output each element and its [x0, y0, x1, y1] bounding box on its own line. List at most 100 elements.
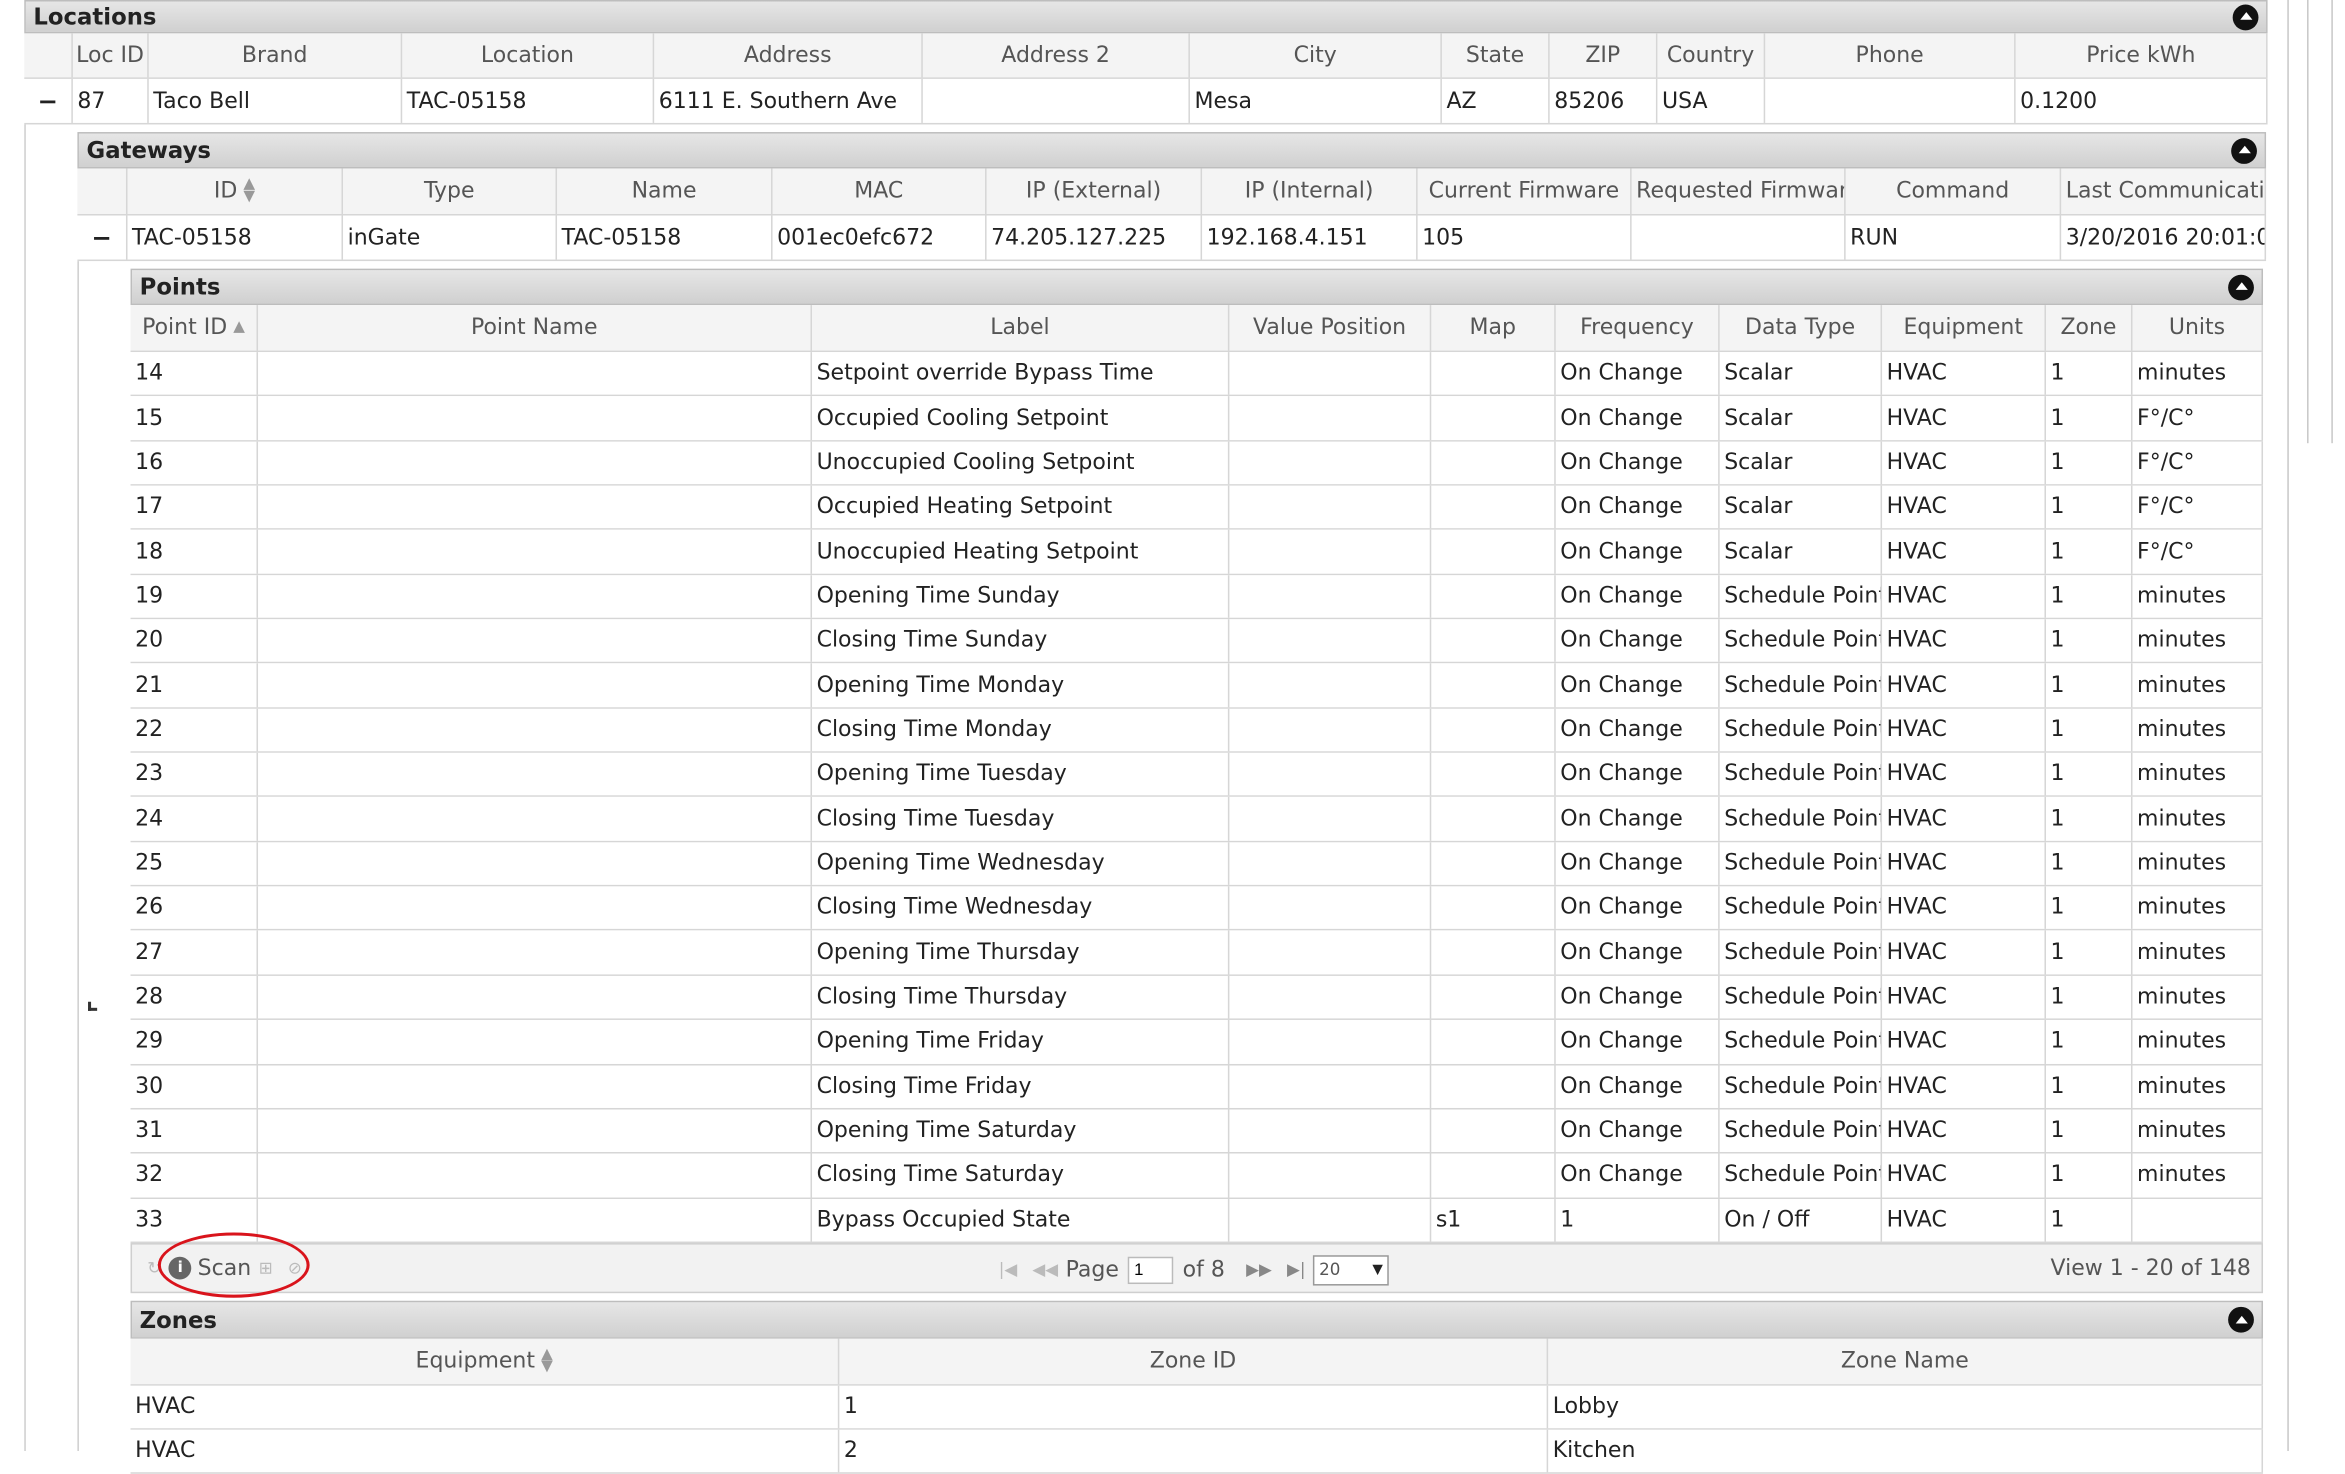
point-row[interactable]: 25 Opening Time Wednesday On Change Schedul… — [130, 842, 2264, 887]
point-row[interactable]: 20 Closing Time Sunday On Change Schedule P… — [130, 619, 2264, 664]
col-zone-id[interactable]: Zone ID — [839, 1338, 1549, 1385]
prev-page-icon[interactable]: ◀◀ — [1032, 1260, 1058, 1280]
locations-title: Locations — [33, 3, 157, 31]
point-row[interactable]: 27 Opening Time Thursday On Change Schedule… — [130, 931, 2264, 976]
point-row[interactable]: 14 Setpoint override Bypass Time On Change… — [130, 352, 2264, 397]
gateway-cell: inGate — [343, 215, 558, 260]
point-row[interactable]: 23 Opening Time Tuesday On Change Schedule … — [130, 752, 2264, 798]
point-row[interactable]: 29 Opening Time Friday On Change Schedule P… — [130, 1020, 2264, 1065]
point-row[interactable]: 33 Bypass Occupied State s1 1 On / Off HVAC 1 — [130, 1198, 2264, 1243]
page-input[interactable] — [1128, 1255, 1174, 1284]
location-row[interactable]: − 87 Taco Bell TAC-05158 6111 E. Souther… — [24, 78, 2268, 125]
point-cell: 1 — [2046, 708, 2133, 752]
point-row[interactable]: 28 Closing Time Thursday On Change Schedule… — [130, 975, 2264, 1021]
col-label[interactable]: Label — [812, 305, 1230, 351]
col-state[interactable]: State — [1442, 33, 1550, 78]
point-cell: minutes — [2132, 708, 2264, 752]
point-cell — [1431, 752, 1556, 796]
point-cell: HVAC — [1882, 441, 2046, 485]
col-address[interactable]: Address — [654, 33, 923, 78]
zone-row[interactable]: HVAC 2 Kitchen — [130, 1429, 2264, 1474]
col-name[interactable]: Name — [557, 168, 773, 215]
point-row[interactable]: 18 Unoccupied Heating Setpoint On Change Sc… — [130, 530, 2264, 575]
zones-collapse-icon[interactable] — [2228, 1306, 2254, 1333]
point-cell: Schedule Point — [1720, 708, 1883, 752]
point-row[interactable]: 21 Opening Time Monday On Change Schedule P… — [130, 663, 2264, 709]
point-cell: F°/C° — [2132, 530, 2264, 574]
point-cell: 1 — [2046, 1064, 2133, 1108]
point-cell: Closing Time Monday — [812, 708, 1230, 752]
col-type[interactable]: Type — [343, 168, 558, 215]
col-equipment[interactable]: Equipment — [1882, 305, 2046, 351]
point-row[interactable]: 32 Closing Time Saturday On Change Schedule… — [130, 1153, 2264, 1199]
delete-icon[interactable]: ⊘ — [288, 1258, 302, 1278]
col-ip-external[interactable]: IP (External) — [987, 168, 1203, 215]
point-cell: Opening Time Thursday — [812, 931, 1230, 975]
point-cell — [1431, 441, 1556, 485]
col-ip-internal[interactable]: IP (Internal) — [1202, 168, 1418, 215]
next-page-icon[interactable]: ▶▶ — [1246, 1260, 1272, 1280]
point-cell: Scalar — [1720, 485, 1883, 529]
point-row[interactable]: 26 Closing Time Wednesday On Change Schedul… — [130, 886, 2264, 932]
point-cell: Schedule Point — [1720, 975, 1883, 1019]
refresh-icon[interactable]: ↻ — [147, 1258, 161, 1278]
col-current-firmware[interactable]: Current Firmware — [1418, 168, 1632, 215]
col-address-2[interactable]: Address 2 — [923, 33, 1190, 78]
zone-row[interactable]: HVAC 1 Lobby — [130, 1385, 2264, 1430]
scan-button[interactable]: i Scan — [168, 1256, 251, 1280]
col-point-name[interactable]: Point Name — [258, 305, 813, 351]
col-phone[interactable]: Phone — [1765, 33, 2016, 78]
point-row[interactable]: 22 Closing Time Monday On Change Schedule P… — [130, 708, 2264, 753]
col-zone[interactable]: Zone — [2046, 305, 2133, 351]
point-cell: On Change — [1556, 1064, 1720, 1108]
locations-collapse-icon[interactable] — [2232, 3, 2259, 30]
point-cell: minutes — [2132, 574, 2264, 618]
col-price-kwh[interactable]: Price kWh — [2016, 33, 2268, 78]
col-point-id[interactable]: Point ID ▲ — [131, 305, 259, 351]
col-last-communication[interactable]: Last Communication — [2061, 168, 2267, 215]
gateways-collapse-icon[interactable] — [2231, 137, 2257, 164]
col-units[interactable]: Units — [2132, 305, 2264, 351]
col-brand[interactable]: Brand — [149, 33, 403, 78]
col-map[interactable]: Map — [1431, 305, 1556, 351]
col-country[interactable]: Country — [1657, 33, 1766, 78]
col-frequency[interactable]: Frequency — [1556, 305, 1720, 351]
points-collapse-icon[interactable] — [2228, 273, 2254, 300]
page-size-select[interactable]: 20 ▼ — [1313, 1254, 1389, 1285]
point-cell: 1 — [2046, 485, 2133, 529]
point-row[interactable]: 30 Closing Time Friday On Change Schedule P… — [130, 1064, 2264, 1110]
point-row[interactable]: 16 Unoccupied Cooling Setpoint On Change Sc… — [130, 441, 2264, 486]
col-mac[interactable]: MAC — [773, 168, 987, 215]
point-cell — [1229, 1153, 1432, 1197]
col-equipment[interactable]: Equipment ▲ ▼ — [131, 1338, 840, 1385]
location-collapse-toggle[interactable]: − — [24, 78, 73, 123]
zone-cell: Kitchen — [1548, 1429, 2264, 1473]
col-command[interactable]: Command — [1846, 168, 2062, 215]
scrollbar-thumb-edge[interactable] — [2331, 0, 2333, 444]
col-loc-id[interactable]: Loc ID — [73, 33, 149, 78]
point-cell: HVAC — [1882, 1109, 2046, 1153]
col-zip[interactable]: ZIP — [1550, 33, 1658, 78]
last-page-icon[interactable]: ▶| — [1287, 1260, 1305, 1280]
col-value-position[interactable]: Value Position — [1229, 305, 1432, 351]
points-title: Points — [139, 273, 221, 301]
point-row[interactable]: 19 Opening Time Sunday On Change Schedule P… — [130, 574, 2264, 620]
gateway-row[interactable]: − TAC-05158 inGate TAC-05158 001ec0efc67… — [77, 215, 2267, 262]
scrollbar-thumb-edge[interactable] — [2307, 0, 2309, 444]
col-requested-firmware[interactable]: Requested Firmware — [1632, 168, 1846, 215]
col-zone-name[interactable]: Zone Name — [1548, 1338, 2264, 1385]
col-location[interactable]: Location — [402, 33, 655, 78]
point-cell — [258, 663, 813, 707]
point-row[interactable]: 24 Closing Time Tuesday On Change Schedule … — [130, 797, 2264, 843]
point-row[interactable]: 15 Occupied Cooling Setpoint On Change Scal… — [130, 396, 2264, 442]
col-id[interactable]: ID ▲ ▼ — [127, 168, 344, 215]
point-row[interactable]: 31 Opening Time Saturday On Change Schedule… — [130, 1109, 2264, 1154]
point-cell — [1431, 396, 1556, 440]
col-data-type[interactable]: Data Type — [1720, 305, 1883, 351]
col-city[interactable]: City — [1190, 33, 1442, 78]
first-page-icon[interactable]: |◀ — [999, 1260, 1017, 1280]
gateway-collapse-toggle[interactable]: − — [77, 215, 128, 260]
point-cell: minutes — [2132, 619, 2264, 663]
point-row[interactable]: 17 Occupied Heating Setpoint On Change Scal… — [130, 485, 2264, 531]
add-icon[interactable]: ⊞ — [259, 1258, 273, 1278]
